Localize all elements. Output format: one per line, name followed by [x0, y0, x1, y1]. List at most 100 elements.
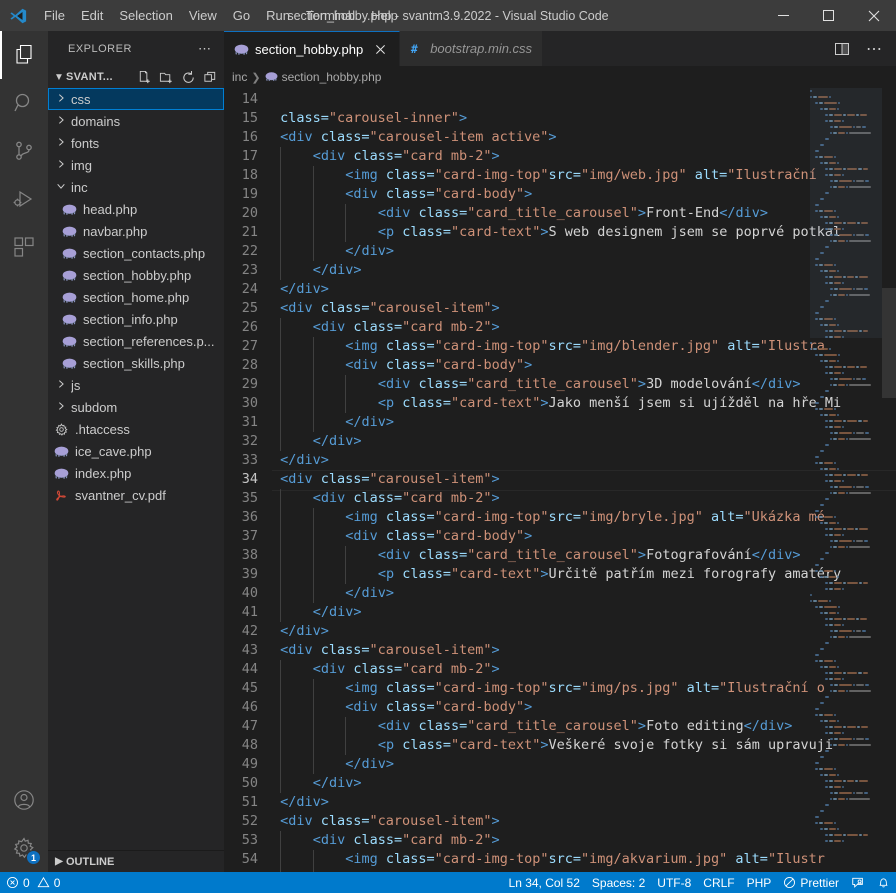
cursor-position[interactable]: Ln 34, Col 52	[503, 872, 586, 893]
tree-folder-inc[interactable]: inc	[48, 176, 224, 198]
code-line[interactable]: </div>	[272, 280, 896, 299]
minimap-slider[interactable]	[810, 88, 882, 338]
code-line[interactable]: <img class="card-img-top"src="img/ps.jpg…	[272, 679, 896, 698]
code-line[interactable]: </div>	[272, 603, 896, 622]
tree-folder-js[interactable]: js	[48, 374, 224, 396]
tree-file-navbar-php[interactable]: navbar.php	[48, 220, 224, 242]
encoding-status[interactable]: UTF-8	[651, 872, 697, 893]
code-line[interactable]: <div class="card mb-2">	[272, 147, 896, 166]
code-line[interactable]: <img class="card-img-top"src="img/blende…	[272, 337, 896, 356]
code-line[interactable]: <div class="card_title_carousel">3D mode…	[272, 375, 896, 394]
tree-file-section-home-php[interactable]: section_home.php	[48, 286, 224, 308]
tree-folder-img[interactable]: img	[48, 154, 224, 176]
tree-file-head-php[interactable]: head.php	[48, 198, 224, 220]
code-line[interactable]: </div>	[272, 451, 896, 470]
menu-file[interactable]: File	[36, 0, 73, 31]
code-line[interactable]: <div class="card mb-2">	[272, 318, 896, 337]
minimap[interactable]	[810, 88, 882, 872]
code-line[interactable]: <p class="card-text">Veškeré svoje fotky…	[272, 736, 896, 755]
code-line[interactable]: <div class="card mb-2">	[272, 831, 896, 850]
code-line[interactable]: <div class="card-body">	[272, 185, 896, 204]
extensions-icon[interactable]	[0, 223, 48, 271]
menu-terminal[interactable]: Terminal	[298, 0, 363, 31]
search-icon[interactable]	[0, 79, 48, 127]
menu-help[interactable]: Help	[363, 0, 406, 31]
new-file-icon[interactable]	[134, 67, 154, 87]
breadcrumb-item-inc[interactable]: inc	[232, 70, 247, 84]
code-line[interactable]: </div>	[272, 413, 896, 432]
code-line[interactable]: <div class="card mb-2">	[272, 660, 896, 679]
folder-section-header[interactable]: ▼ SVANT...	[48, 66, 224, 88]
code-line[interactable]: <div class="card-body">	[272, 698, 896, 717]
code-line[interactable]: <div class="carousel-item">	[272, 641, 896, 660]
close-icon[interactable]	[371, 40, 389, 58]
code-line[interactable]: <div class="card-body">	[272, 869, 896, 872]
bell-icon[interactable]	[871, 872, 896, 893]
source-control-icon[interactable]	[0, 127, 48, 175]
code-line[interactable]: <div class="carousel-item">	[272, 470, 896, 491]
tree-folder-subdom[interactable]: subdom	[48, 396, 224, 418]
ellipsis-icon[interactable]: ⋯	[198, 41, 216, 57]
code-line[interactable]: <div class="carousel-item">	[272, 812, 896, 831]
code-line[interactable]: </div>	[272, 261, 896, 280]
run-debug-icon[interactable]	[0, 175, 48, 223]
code-line[interactable]: <p class="card-text">S web designem jsem…	[272, 223, 896, 242]
tree-file-section-skills-php[interactable]: section_skills.php	[48, 352, 224, 374]
problems-status[interactable]: 0 0	[0, 872, 66, 893]
tree-file-index-php[interactable]: index.php	[48, 462, 224, 484]
explorer-icon[interactable]	[0, 31, 48, 79]
tree-file-section-contacts-php[interactable]: section_contacts.php	[48, 242, 224, 264]
outline-section-header[interactable]: ▶ OUTLINE	[48, 850, 224, 872]
prettier-status[interactable]: Prettier	[777, 872, 845, 893]
code-line[interactable]: <div class="card-body">	[272, 527, 896, 546]
code-line[interactable]: liv class="carousel-inner">	[272, 109, 896, 128]
code-line[interactable]: <img class="card-img-top"src="img/bryle.…	[272, 508, 896, 527]
tab-section-hobby-php[interactable]: section_hobby.php	[224, 31, 401, 66]
scrollbar-thumb[interactable]	[882, 288, 896, 398]
code-line[interactable]: </div>	[272, 774, 896, 793]
code-line[interactable]: ol>	[272, 90, 896, 109]
menu-edit[interactable]: Edit	[73, 0, 111, 31]
tab-bootstrap-min-css[interactable]: # bootstrap.min.css	[400, 31, 544, 66]
code-line[interactable]: <div class="carousel-item">	[272, 299, 896, 318]
code-line[interactable]: </div>	[272, 622, 896, 641]
code-line[interactable]: <div class="card_title_carousel">Foto ed…	[272, 717, 896, 736]
code-line[interactable]: <img class="card-img-top"src="img/web.jp…	[272, 166, 896, 185]
code-line[interactable]: </div>	[272, 432, 896, 451]
tree-folder-css[interactable]: css	[48, 88, 224, 110]
eol-status[interactable]: CRLF	[697, 872, 740, 893]
code-content[interactable]: ol>liv class="carousel-inner"> <div class…	[272, 88, 896, 872]
maximize-icon[interactable]	[806, 0, 851, 31]
tree-file-svantner-cv-pdf[interactable]: svantner_cv.pdf	[48, 484, 224, 506]
indentation-status[interactable]: Spaces: 2	[586, 872, 651, 893]
menu-selection[interactable]: Selection	[111, 0, 180, 31]
minimize-icon[interactable]	[761, 0, 806, 31]
tree-folder-fonts[interactable]: fonts	[48, 132, 224, 154]
code-line[interactable]: </div>	[272, 242, 896, 261]
refresh-icon[interactable]	[178, 67, 198, 87]
code-line[interactable]: </div>	[272, 584, 896, 603]
feedback-icon[interactable]	[845, 872, 871, 893]
vertical-scrollbar[interactable]	[882, 88, 896, 872]
tree-file-section-references-p-[interactable]: section_references.p...	[48, 330, 224, 352]
tree-file-section-info-php[interactable]: section_info.php	[48, 308, 224, 330]
code-line[interactable]: </div>	[272, 793, 896, 812]
code-line[interactable]: <p class="card-text">Určitě patřím mezi …	[272, 565, 896, 584]
account-icon[interactable]	[0, 776, 48, 824]
menu-run[interactable]: Run	[258, 0, 298, 31]
tree-file-ice-cave-php[interactable]: ice_cave.php	[48, 440, 224, 462]
new-folder-icon[interactable]	[156, 67, 176, 87]
menu-view[interactable]: View	[181, 0, 225, 31]
tree-file-section-hobby-php[interactable]: section_hobby.php	[48, 264, 224, 286]
code-line[interactable]: <div class="card_title_carousel">Front-E…	[272, 204, 896, 223]
code-line[interactable]: </div>	[272, 755, 896, 774]
breadcrumb-item-file[interactable]: section_hobby.php	[265, 70, 381, 84]
code-line[interactable]: <img class="card-img-top"src="img/akvari…	[272, 850, 896, 869]
code-line[interactable]: <div class="card mb-2">	[272, 489, 896, 508]
collapse-all-icon[interactable]	[200, 67, 220, 87]
more-actions-icon[interactable]: ⋯	[860, 35, 888, 63]
code-line[interactable]: <div class="card_title_carousel">Fotogra…	[272, 546, 896, 565]
split-editor-icon[interactable]	[828, 35, 856, 63]
close-icon[interactable]	[851, 0, 896, 31]
code-line[interactable]: <div class="card-body">	[272, 356, 896, 375]
